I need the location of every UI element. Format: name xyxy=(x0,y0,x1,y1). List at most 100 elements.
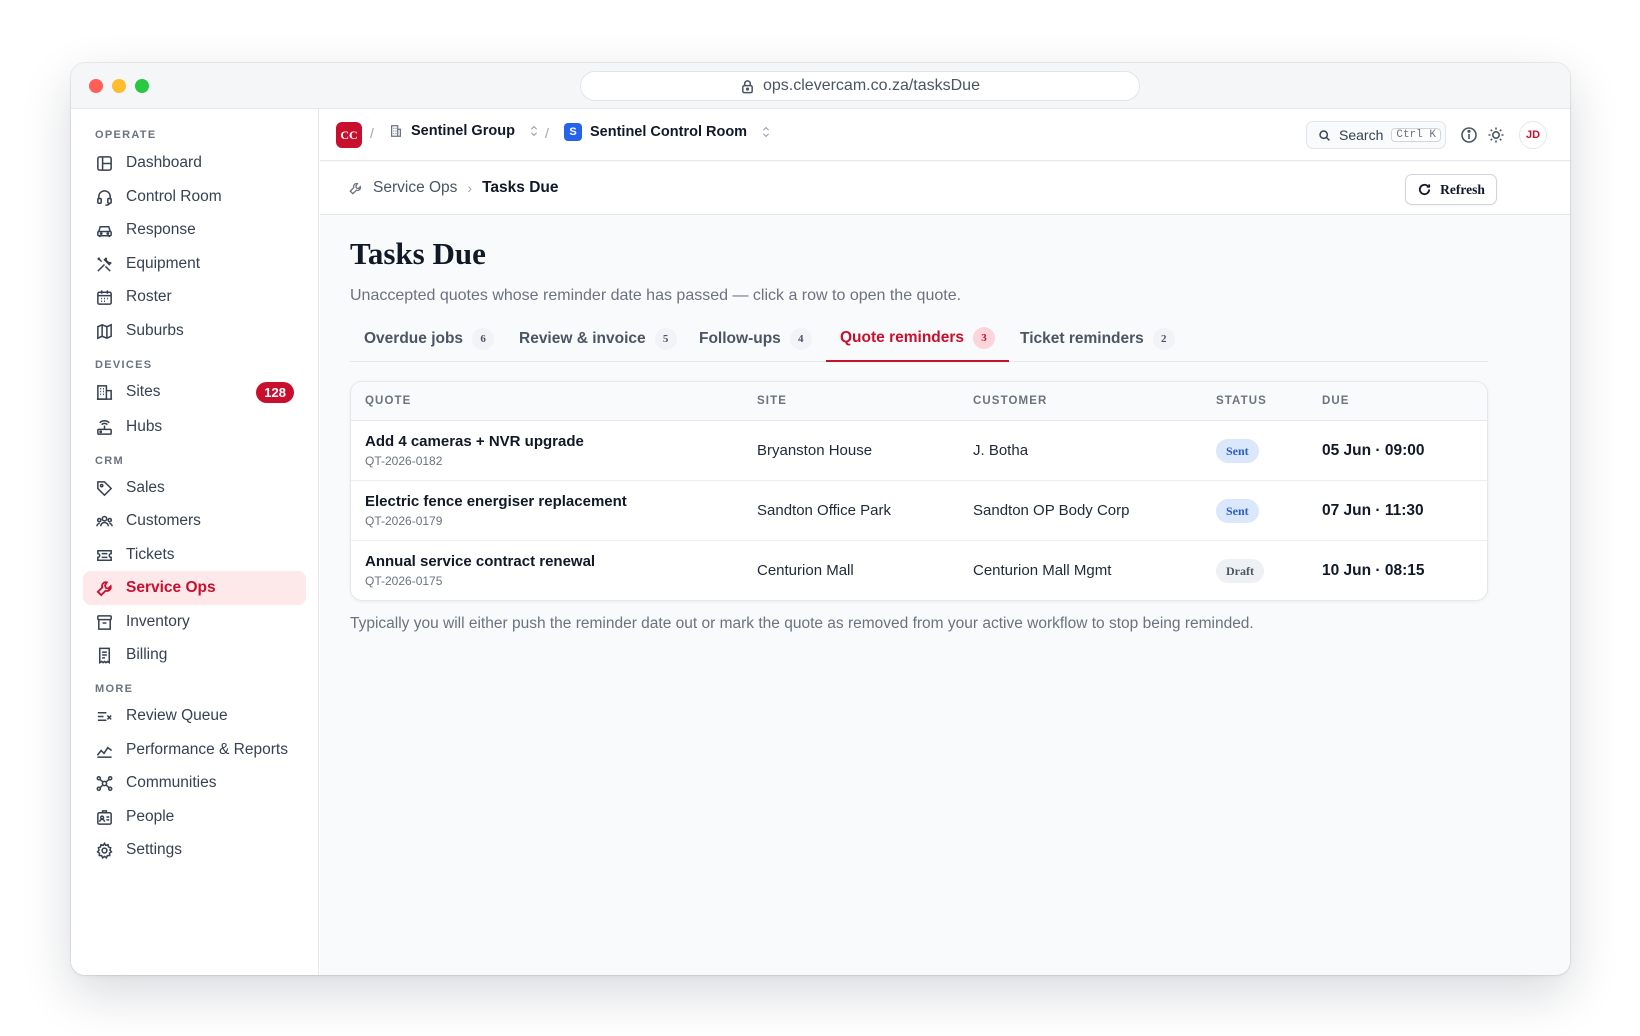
info-icon[interactable] xyxy=(1459,125,1479,145)
search-shortcut: Ctrl K xyxy=(1391,128,1441,142)
page-title: Tasks Due xyxy=(350,236,486,271)
status-badge: Sent xyxy=(1216,439,1259,463)
gear-icon xyxy=(96,841,113,859)
sites-count-badge: 128 xyxy=(256,381,294,403)
wrench-icon xyxy=(349,182,362,195)
search-button[interactable]: Search Ctrl K xyxy=(1306,121,1446,149)
tab-count: 4 xyxy=(789,328,812,350)
browser-titlebar: ops.clevercam.co.za/tasksDue xyxy=(71,63,1570,109)
sidebar-item-service-ops[interactable]: Service Ops xyxy=(83,571,306,605)
sidebar-item-label: Tickets xyxy=(126,546,175,563)
chevron-right-icon: › xyxy=(467,180,473,196)
tab-quote-reminders[interactable]: Quote reminders 3 xyxy=(826,316,1010,362)
sidebar-item-control-room[interactable]: Control Room xyxy=(83,180,306,214)
breadcrumb-service-ops[interactable]: Service Ops xyxy=(373,179,457,197)
sidebar-item-tickets[interactable]: Tickets xyxy=(83,538,306,572)
column-header-site[interactable]: SITE xyxy=(757,395,787,407)
sidebar: OPERATE Dashboard Control Room Response … xyxy=(71,109,319,975)
page-subtitle: Unaccepted quotes whose reminder date ha… xyxy=(350,287,962,304)
tab-overdue-jobs[interactable]: Overdue jobs 6 xyxy=(350,316,508,362)
search-icon xyxy=(1319,129,1330,141)
sidebar-item-equipment[interactable]: Equipment xyxy=(83,247,306,281)
table-row[interactable]: Add 4 cameras + NVR upgrade QT-2026-0182… xyxy=(351,421,1487,481)
sidebar-item-roster[interactable]: Roster xyxy=(83,280,306,314)
sidebar-item-people[interactable]: People xyxy=(83,800,306,834)
tab-label: Ticket reminders xyxy=(1020,330,1144,347)
sidebar-item-review-queue[interactable]: Review Queue xyxy=(83,699,306,733)
tab-label: Review & invoice xyxy=(519,330,646,347)
sidebar-item-label: Hubs xyxy=(126,418,163,435)
sidebar-item-dashboard[interactable]: Dashboard xyxy=(83,146,306,180)
user-avatar[interactable]: JD xyxy=(1519,121,1547,149)
tab-bar: Overdue jobs 6 Review & invoice 5 Follow… xyxy=(350,316,1488,362)
sidebar-item-performance-reports[interactable]: Performance & Reports xyxy=(83,733,306,767)
sidebar-item-suburbs[interactable]: Suburbs xyxy=(83,314,306,348)
building-icon xyxy=(391,125,401,137)
sidebar-item-communities[interactable]: Communities xyxy=(83,766,306,800)
sidebar-item-label: Communities xyxy=(126,774,217,791)
search-label: Search xyxy=(1339,127,1384,143)
sidebar-item-label: Service Ops xyxy=(126,579,216,596)
due-date: 07 Jun · 11:30 xyxy=(1322,502,1424,519)
users-icon xyxy=(96,515,113,526)
close-window-button[interactable] xyxy=(89,79,103,93)
sidebar-item-label: Sales xyxy=(126,479,165,496)
quote-id: QT-2026-0179 xyxy=(365,514,443,528)
help-footnote: Typically you will either push the remin… xyxy=(350,615,1254,632)
app-logo[interactable]: CC xyxy=(336,122,362,148)
sidebar-item-label: Review Queue xyxy=(126,707,228,724)
id-card-icon xyxy=(97,809,112,825)
sidebar-item-hubs[interactable]: Hubs xyxy=(83,410,306,444)
quote-id: QT-2026-0182 xyxy=(365,454,443,468)
tab-follow-ups[interactable]: Follow-ups 4 xyxy=(685,316,826,362)
tab-label: Follow-ups xyxy=(699,330,781,347)
chevron-updown-icon xyxy=(763,126,770,138)
sidebar-item-billing[interactable]: Billing xyxy=(83,638,306,672)
trend-icon xyxy=(96,746,113,758)
workspace-switcher[interactable]: S Sentinel Control Room xyxy=(564,123,773,141)
sidebar-item-label: Billing xyxy=(126,646,168,663)
tab-ticket-reminders[interactable]: Ticket reminders 2 xyxy=(1006,316,1189,362)
sidebar-item-response[interactable]: Response xyxy=(83,213,306,247)
breadcrumb-separator: / xyxy=(545,125,549,141)
table-header: QUOTE SITE CUSTOMER STATUS DUE xyxy=(351,382,1487,421)
sidebar-item-label: Dashboard xyxy=(126,154,202,171)
site-name: Sandton Office Park xyxy=(757,502,891,519)
quotes-table: QUOTE SITE CUSTOMER STATUS DUE Add 4 cam… xyxy=(350,381,1488,601)
minimize-window-button[interactable] xyxy=(112,79,126,93)
tab-label: Quote reminders xyxy=(840,329,965,346)
refresh-label: Refresh xyxy=(1440,181,1485,197)
dashboard-icon xyxy=(97,155,112,171)
maximize-window-button[interactable] xyxy=(135,79,149,93)
column-header-due[interactable]: DUE xyxy=(1322,395,1350,407)
breadcrumb-separator: / xyxy=(370,125,374,141)
sidebar-item-label: People xyxy=(126,808,175,825)
top-bar: CC / Sentinel Group / S Sentinel Control… xyxy=(320,109,1570,161)
sidebar-item-settings[interactable]: Settings xyxy=(83,833,306,867)
sidebar-item-customers[interactable]: Customers xyxy=(83,504,306,538)
table-row[interactable]: Electric fence energiser replacement QT-… xyxy=(351,481,1487,541)
address-bar[interactable]: ops.clevercam.co.za/tasksDue xyxy=(580,71,1140,101)
url-text: ops.clevercam.co.za/tasksDue xyxy=(763,77,980,94)
theme-toggle-icon[interactable] xyxy=(1486,125,1506,145)
column-header-status[interactable]: STATUS xyxy=(1216,395,1267,407)
workspace-name: Sentinel Control Room xyxy=(590,124,748,140)
tab-review-invoice[interactable]: Review & invoice 5 xyxy=(505,316,691,362)
due-date: 10 Jun · 08:15 xyxy=(1322,562,1425,579)
chevron-updown-icon xyxy=(530,125,537,137)
browser-window: ops.clevercam.co.za/tasksDue OPERATE Das… xyxy=(71,63,1570,975)
tab-label: Overdue jobs xyxy=(364,330,464,347)
column-header-quote[interactable]: QUOTE xyxy=(365,395,411,407)
customer-name: Centurion Mall Mgmt xyxy=(973,562,1112,579)
sidebar-item-sites[interactable]: Sites 128 xyxy=(83,375,306,409)
org-switcher[interactable]: Sentinel Group xyxy=(389,123,541,139)
sidebar-item-label: Inventory xyxy=(126,613,190,630)
page-header-bar: Service Ops › Tasks Due Refresh xyxy=(320,162,1570,215)
refresh-button[interactable]: Refresh xyxy=(1405,174,1497,205)
sidebar-item-inventory[interactable]: Inventory xyxy=(83,605,306,639)
table-row[interactable]: Annual service contract renewal QT-2026-… xyxy=(351,541,1487,600)
column-header-customer[interactable]: CUSTOMER xyxy=(973,395,1047,407)
sidebar-item-sales[interactable]: Sales xyxy=(83,471,306,505)
tab-count: 6 xyxy=(472,328,495,350)
section-label-more: MORE xyxy=(95,683,134,695)
